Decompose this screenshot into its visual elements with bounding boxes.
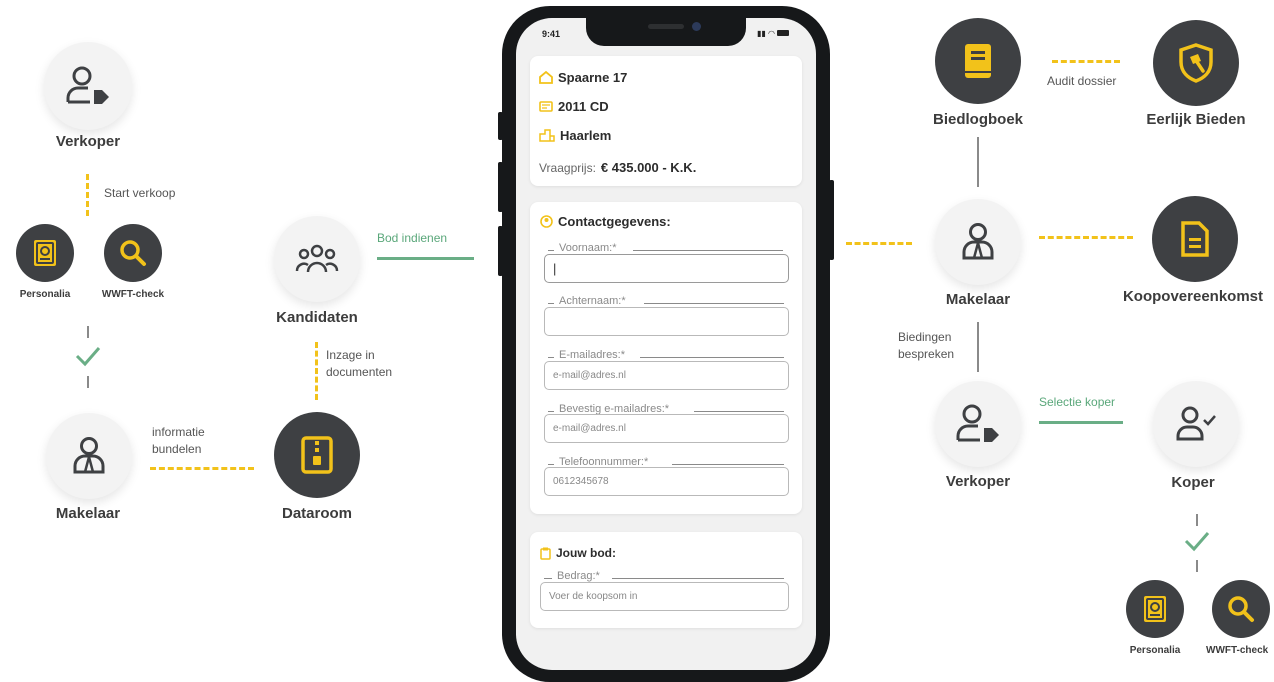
address-city: Haarlem bbox=[539, 128, 611, 143]
eerlijk-bieden-label: Eerlijk Bieden bbox=[1146, 111, 1246, 128]
connector bbox=[86, 174, 89, 216]
email-input[interactable]: e-mail@adres.nl bbox=[544, 361, 789, 390]
checkmark-icon bbox=[75, 347, 101, 367]
voornaam-input[interactable]: | bbox=[544, 254, 789, 283]
user-tag-icon bbox=[66, 66, 109, 104]
connector bbox=[87, 326, 89, 338]
makelaar-label: Makelaar bbox=[55, 505, 121, 522]
address-street: Spaarne 17 bbox=[539, 70, 627, 85]
book-icon bbox=[965, 44, 991, 78]
field-label: E-mailadres:* bbox=[557, 349, 628, 361]
wwft-check-label: WWFT-check bbox=[1206, 645, 1269, 656]
biedlogboek-node bbox=[935, 18, 1021, 104]
battery-icon bbox=[777, 30, 790, 36]
connector bbox=[846, 242, 912, 245]
connector bbox=[1196, 514, 1198, 526]
field-label: Bedrag:* bbox=[555, 570, 602, 582]
achternaam-input[interactable] bbox=[544, 307, 789, 336]
search-icon bbox=[1228, 596, 1254, 622]
bod-title: Jouw bod: bbox=[540, 546, 616, 560]
wifi-icon: ◠ bbox=[768, 29, 776, 38]
eerlijk-bieden-node bbox=[1153, 20, 1239, 106]
field-label: Achternaam:* bbox=[557, 295, 628, 307]
koopovereenkomst-label: Koopovereenkomst bbox=[1122, 288, 1264, 305]
verkoper-node bbox=[935, 381, 1021, 467]
status-time: 9:41 bbox=[542, 29, 561, 39]
connector bbox=[150, 467, 254, 470]
passport-icon bbox=[1144, 596, 1166, 622]
checkmark-icon bbox=[1184, 532, 1210, 552]
home-icon bbox=[539, 71, 553, 84]
shield-gavel-icon bbox=[1179, 43, 1213, 83]
status-icons: ▮▮ ◠ bbox=[757, 29, 790, 38]
clipboard-icon bbox=[540, 547, 551, 560]
connector bbox=[377, 257, 474, 260]
group-icon bbox=[295, 244, 339, 273]
personalia-label: Personalia bbox=[1129, 645, 1181, 656]
koopovereenkomst-node bbox=[1152, 196, 1238, 282]
wwft-check-label: WWFT-check bbox=[101, 289, 165, 300]
zip-file-icon bbox=[301, 436, 333, 474]
connector bbox=[315, 342, 318, 400]
connector bbox=[1196, 560, 1198, 572]
connector bbox=[977, 322, 979, 372]
personalia-label: Personalia bbox=[19, 289, 71, 300]
kandidaten-label: Kandidaten bbox=[276, 309, 358, 326]
address-postcode: 2011 CD bbox=[539, 99, 609, 114]
signal-icon: ▮▮ bbox=[757, 29, 766, 38]
wwft-check-node bbox=[104, 224, 162, 282]
contact-title: Contactgegevens: bbox=[540, 214, 671, 229]
dataroom-label: Dataroom bbox=[281, 505, 353, 522]
audit-dossier-note: Audit dossier bbox=[1047, 74, 1117, 88]
connector bbox=[1039, 421, 1123, 424]
dataroom-node bbox=[274, 412, 360, 498]
field-label: Voornaam:* bbox=[557, 242, 619, 254]
postcode-icon bbox=[539, 101, 553, 112]
biedlogboek-label: Biedlogboek bbox=[932, 111, 1024, 128]
phone-input[interactable]: 0612345678 bbox=[544, 467, 789, 496]
email-confirm-input[interactable]: e-mail@adres.nl bbox=[544, 414, 789, 443]
verkoper-label: Verkoper bbox=[945, 473, 1011, 490]
inzage-note: Inzage in documenten bbox=[326, 348, 393, 379]
search-icon bbox=[120, 240, 146, 266]
bedrag-input[interactable]: Voer de koopsom in bbox=[540, 582, 789, 611]
agent-icon bbox=[73, 437, 105, 474]
connector bbox=[1039, 236, 1133, 239]
start-verkoop-note: Start verkoop bbox=[104, 186, 176, 200]
connector bbox=[977, 137, 979, 187]
connector bbox=[1052, 60, 1120, 63]
bod-indienen-note: Bod indienen bbox=[377, 231, 448, 245]
agent-icon bbox=[962, 223, 994, 260]
makelaar-node bbox=[935, 199, 1021, 285]
phone-notch bbox=[586, 14, 746, 46]
verkoper-node bbox=[44, 42, 132, 130]
makelaar-label: Makelaar bbox=[945, 291, 1011, 308]
makelaar-node bbox=[46, 413, 132, 499]
asking-price: Vraagprijs: € 435.000 - K.K. bbox=[539, 160, 697, 175]
passport-icon bbox=[34, 240, 56, 266]
koper-node bbox=[1153, 381, 1239, 467]
selectie-koper-note: Selectie koper bbox=[1039, 395, 1116, 409]
city-icon bbox=[539, 129, 555, 142]
connector bbox=[87, 376, 89, 388]
informatie-bundelen-note: informatie bundelen bbox=[152, 425, 205, 456]
user-check-icon bbox=[1176, 406, 1216, 441]
wwft-check-node bbox=[1212, 580, 1270, 638]
kandidaten-node bbox=[274, 216, 360, 302]
document-icon bbox=[1181, 221, 1209, 257]
verkoper-label: Verkoper bbox=[55, 133, 121, 150]
user-tag-icon bbox=[956, 404, 999, 442]
biedingen-bespreken-note: Biedingen bespreken bbox=[898, 330, 955, 361]
personalia-node bbox=[16, 224, 74, 282]
personalia-node bbox=[1126, 580, 1184, 638]
contact-icon bbox=[540, 215, 553, 228]
koper-label: Koper bbox=[1171, 474, 1215, 491]
